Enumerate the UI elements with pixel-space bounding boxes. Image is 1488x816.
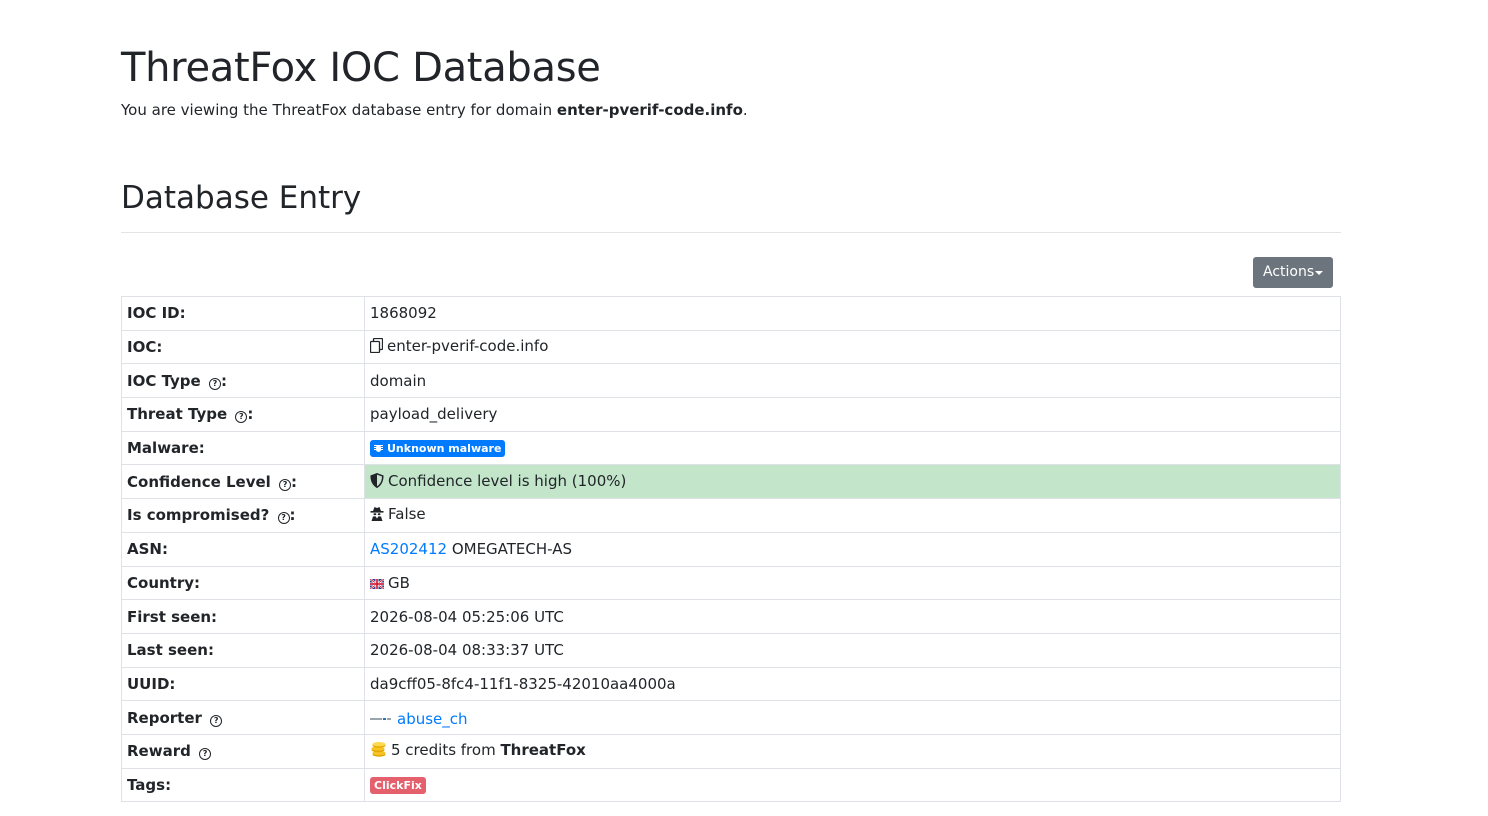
page-lead: You are viewing the ThreatFox database e… [121, 99, 748, 121]
ioc-type-label: IOC Type [127, 371, 201, 390]
spy-icon [370, 506, 384, 525]
reporter-cell: abuse_ch [364, 700, 1341, 735]
ioc-entry-table: IOC ID: 1868092 IOC: enter-pverif-code.i… [121, 296, 1341, 803]
row-label: Threat Type ?: [121, 397, 365, 432]
malware-cell: Unknown malware [364, 430, 1341, 466]
row-label: Last seen: [121, 632, 365, 668]
row-label: Is compromised? ?: [121, 498, 365, 533]
section-title: Database Entry [121, 180, 362, 216]
row-label: Reward ? [121, 733, 365, 769]
row-label: IOC: [121, 329, 365, 365]
table-row-compromised: Is compromised? ?: False [121, 498, 1341, 533]
lead-suffix: . [742, 101, 748, 119]
table-row-ioc: IOC: enter-pverif-code.info [121, 329, 1341, 365]
help-icon[interactable]: ? [279, 478, 292, 491]
confidence-cell: Confidence level is high (100%) [364, 464, 1341, 500]
label-colon: : [289, 506, 296, 525]
label-colon: : [220, 371, 227, 390]
label-colon: : [291, 472, 298, 491]
row-label: Reporter ? [121, 700, 365, 735]
malware-name: Unknown malware [387, 442, 502, 456]
caret-down-icon [1315, 271, 1323, 275]
ioc-value: enter-pverif-code.info [387, 337, 549, 356]
page-title: ThreatFox IOC Database [121, 45, 601, 91]
reward-source: ThreatFox [500, 741, 586, 760]
country-cell: GB [364, 565, 1341, 601]
table-row-ioc-id: IOC ID: 1868092 [121, 296, 1341, 331]
label-colon: : [247, 405, 254, 424]
table-row-last-seen: Last seen: 2026-08-04 08:33:37 UTC [121, 632, 1341, 668]
row-label: ASN: [121, 531, 365, 567]
row-label: Country: [121, 565, 365, 601]
threat-type-label: Threat Type [127, 405, 228, 424]
reward-label: Reward [127, 742, 191, 761]
help-icon[interactable]: ? [210, 714, 223, 727]
tags-cell: ClickFix [364, 767, 1341, 803]
table-row-threat-type: Threat Type ?: payload_delivery [121, 397, 1341, 432]
help-icon[interactable]: ? [277, 512, 290, 525]
section-divider [121, 232, 1341, 233]
reward-cell: 5 credits from ThreatFox [364, 733, 1341, 769]
table-row-tags: Tags: ClickFix [121, 767, 1341, 803]
actions-dropdown-button[interactable]: Actions [1253, 257, 1333, 288]
row-label: IOC Type ?: [121, 363, 365, 399]
asn-link[interactable]: AS202412 [370, 540, 447, 558]
threat-type-value: payload_delivery [364, 397, 1341, 432]
lead-text: You are viewing the ThreatFox database e… [121, 101, 557, 119]
row-label: Confidence Level ?: [121, 464, 365, 500]
confidence-label: Confidence Level [127, 472, 271, 491]
table-row-uuid: UUID: da9cff05-8fc4-11f1-8325-42010aa400… [121, 666, 1341, 702]
row-label: First seen: [121, 599, 365, 634]
country-value: GB [388, 573, 410, 592]
lead-domain: enter-pverif-code.info [556, 101, 743, 119]
abusech-logo [370, 708, 391, 720]
compromised-label: Is compromised? [127, 506, 270, 525]
asn-cell: AS202412 OMEGATECH-AS [364, 531, 1341, 567]
tag-badge[interactable]: ClickFix [370, 776, 426, 794]
help-icon[interactable]: ? [199, 748, 212, 761]
compromised-cell: False [364, 498, 1341, 533]
row-label: UUID: [121, 666, 365, 702]
first-seen-value: 2026-08-04 05:25:06 UTC [364, 599, 1341, 634]
row-label: Tags: [121, 767, 365, 803]
reporter-label: Reporter [127, 708, 202, 727]
ioc-id-value: 1868092 [364, 296, 1341, 331]
malware-badge[interactable]: Unknown malware [370, 440, 506, 458]
uk-flag-icon [369, 575, 385, 590]
actions-label: Actions [1263, 264, 1315, 280]
reward-amount: 5 credits from [391, 741, 501, 760]
copy-icon[interactable] [369, 337, 384, 357]
help-icon[interactable]: ? [235, 411, 248, 424]
compromised-value: False [388, 505, 426, 524]
ioc-type-value: domain [364, 363, 1341, 399]
last-seen-value: 2026-08-04 08:33:37 UTC [364, 632, 1341, 668]
uuid-value: da9cff05-8fc4-11f1-8325-42010aa4000a [364, 666, 1341, 702]
table-row-country: Country: GB [121, 565, 1341, 601]
ioc-value-cell: enter-pverif-code.info [364, 329, 1341, 365]
help-icon[interactable]: ? [208, 377, 221, 390]
bug-icon [374, 443, 383, 453]
table-row-first-seen: First seen: 2026-08-04 05:25:06 UTC [121, 599, 1341, 634]
table-row-reporter: Reporter ? abuse_ch [121, 700, 1341, 735]
shield-icon [370, 472, 384, 492]
asn-name: OMEGATECH-AS [447, 540, 573, 559]
table-row-asn: ASN: AS202412 OMEGATECH-AS [121, 531, 1341, 567]
row-label: Malware: [121, 430, 365, 466]
reporter-link[interactable]: abuse_ch [397, 710, 468, 728]
confidence-value: Confidence level is high (100%) [388, 471, 627, 490]
table-row-malware: Malware: Unknown malware [121, 430, 1341, 466]
row-label: IOC ID: [121, 296, 365, 331]
table-row-reward: Reward ? 5 credits from ThreatFox [121, 733, 1341, 769]
coins-icon [370, 742, 387, 761]
table-row-ioc-type: IOC Type ?: domain [121, 363, 1341, 399]
table-row-confidence: Confidence Level ?: Confidence level is … [121, 464, 1341, 500]
